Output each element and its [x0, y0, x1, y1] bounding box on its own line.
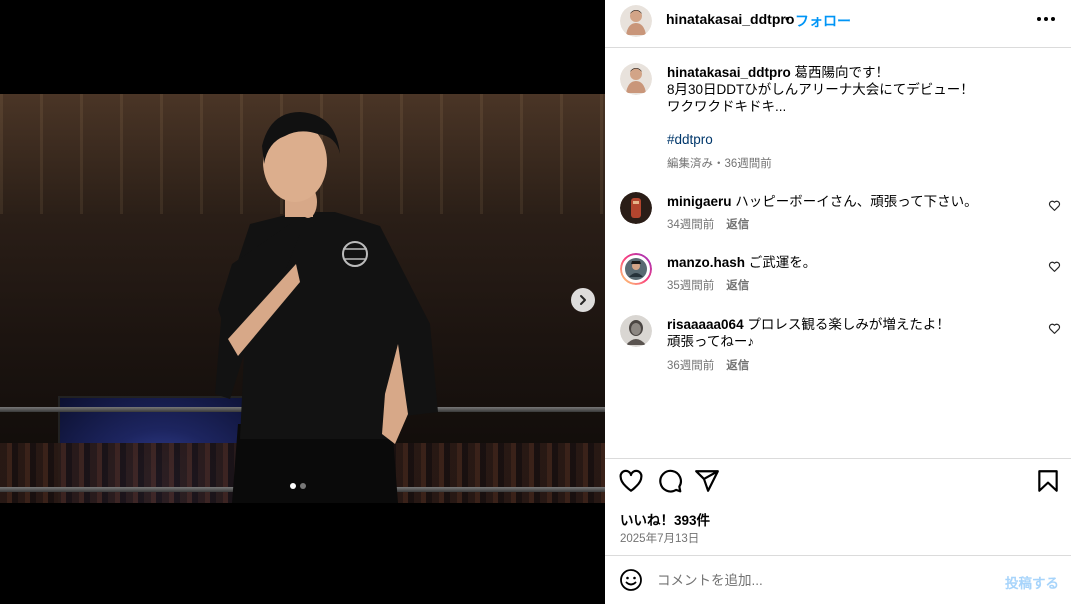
author-avatar[interactable]: [620, 5, 652, 37]
comment-username[interactable]: risaaaaa064: [667, 317, 744, 332]
caption-line: 葛西陽向です！: [794, 65, 890, 80]
like-heart-icon[interactable]: [618, 468, 644, 494]
comment-icon[interactable]: [657, 468, 683, 494]
bookmark-icon[interactable]: [1035, 468, 1061, 494]
reply-button[interactable]: 返信: [726, 357, 749, 373]
caption-username[interactable]: hinatakasai_ddtpro: [667, 65, 791, 80]
comment-item: risaaaaa064 プロレス観る楽しみが増えたよ！ 頑張ってねー♪ 36週間…: [605, 315, 1071, 385]
follow-button[interactable]: フォロー: [795, 11, 851, 31]
wrestler-figure: [215, 112, 438, 503]
comment-body: manzo.hash ご武運を。: [667, 254, 1027, 271]
reply-button[interactable]: 返信: [726, 277, 749, 293]
caption-avatar[interactable]: [620, 63, 652, 95]
like-count[interactable]: いいね！393件: [620, 509, 710, 529]
caption-line: 8月30日DDTひがしんアリーナ大会にてデビュー！: [667, 82, 974, 97]
post-comment-button[interactable]: 投稿する: [1005, 572, 1059, 592]
commenter-avatar[interactable]: [620, 253, 652, 285]
post-date[interactable]: 2025年7月13日: [620, 530, 699, 546]
comment-time: 34週間前: [667, 219, 715, 231]
heart-icon[interactable]: [1048, 199, 1061, 212]
author-username[interactable]: hinatakasai_ddtpro: [666, 11, 794, 27]
comment-username[interactable]: minigaeru: [667, 194, 732, 209]
heart-icon[interactable]: [1048, 322, 1061, 335]
carousel-dot: [300, 483, 306, 489]
add-comment-bar: 投稿する: [605, 556, 1071, 604]
comment-item: manzo.hash ご武運を。 35週間前 返信: [605, 253, 1071, 313]
post-photo: [0, 94, 605, 503]
caption-text: hinatakasai_ddtpro 葛西陽向です！ 8月30日DDTひがしんア…: [667, 64, 1057, 115]
comment-text: ご武運を。: [748, 255, 817, 270]
emoji-icon[interactable]: [619, 568, 643, 592]
comment-meta: 34週間前 返信: [667, 216, 749, 232]
comment-item: minigaeru ハッピーボーイさん、頑張って下さい。 34週間前 返信: [605, 192, 1071, 252]
header-separator: •: [785, 11, 790, 26]
caption-line: ワクワクドキドキ...: [667, 99, 787, 114]
hashtag-link[interactable]: #ddtpro: [667, 132, 713, 147]
commenter-avatar[interactable]: [620, 192, 652, 224]
comment-text: ハッピーボーイさん、頑張って下さい。: [735, 194, 978, 209]
comment-username[interactable]: manzo.hash: [667, 255, 745, 270]
carousel-dot-active: [290, 483, 296, 489]
comment-time: 36週間前: [667, 360, 715, 372]
comment-text: プロレス観る楽しみが増えたよ！: [747, 317, 950, 332]
heart-icon[interactable]: [1048, 260, 1061, 273]
comment-meta: 36週間前 返信: [667, 357, 749, 373]
post-media: [0, 0, 605, 604]
header-divider: [605, 47, 1071, 48]
carousel-next-button[interactable]: [571, 288, 595, 312]
comment-input[interactable]: [657, 570, 977, 590]
commenter-avatar[interactable]: [620, 315, 652, 347]
comment-time: 35週間前: [667, 280, 715, 292]
caption-meta: 編集済み・36週間前: [667, 158, 772, 170]
post-header: hinatakasai_ddtpro • フォロー: [605, 0, 1071, 40]
more-options-icon[interactable]: [1035, 10, 1057, 28]
comment-body: risaaaaa064 プロレス観る楽しみが増えたよ！ 頑張ってねー♪: [667, 316, 1027, 350]
comment-meta: 35週間前 返信: [667, 277, 749, 293]
comment-body: minigaeru ハッピーボーイさん、頑張って下さい。: [667, 193, 1027, 210]
post-sidebar: hinatakasai_ddtpro • フォロー hinatakasai_dd…: [605, 0, 1071, 604]
reply-button[interactable]: 返信: [726, 216, 749, 232]
actions-divider: [605, 458, 1071, 459]
action-bar: [605, 468, 1071, 498]
share-icon[interactable]: [694, 468, 720, 494]
chevron-right-icon: [580, 295, 586, 305]
comment-text-line2: 頑張ってねー♪: [667, 334, 755, 349]
carousel-indicator: [290, 483, 306, 489]
